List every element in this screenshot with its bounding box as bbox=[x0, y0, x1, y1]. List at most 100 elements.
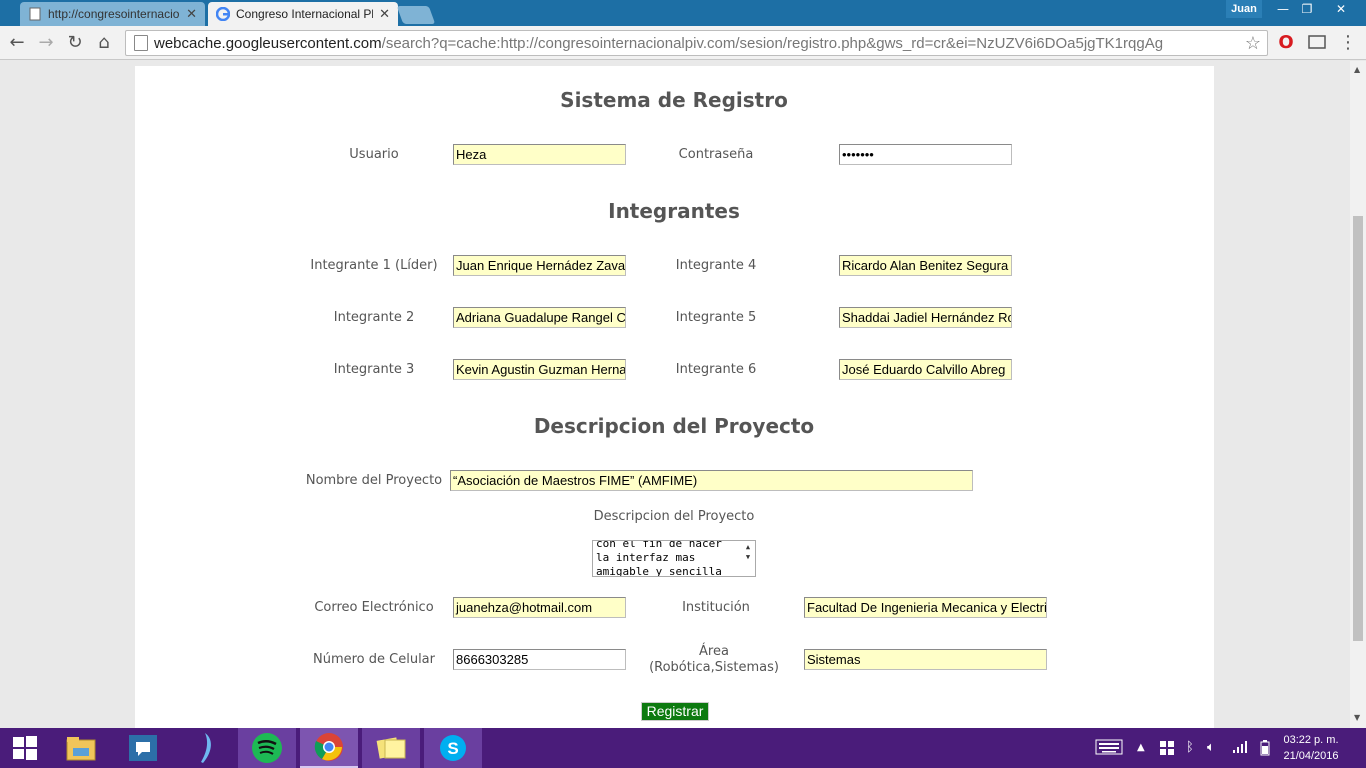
scroll-thumb[interactable] bbox=[1353, 216, 1363, 641]
textarea-scroll-arrows-icon[interactable]: ▲ ▼ bbox=[742, 542, 754, 575]
battery-icon[interactable] bbox=[1260, 740, 1270, 760]
chrome-icon bbox=[314, 733, 343, 761]
new-tab-button[interactable] bbox=[396, 6, 436, 24]
descripcion-line: la interfaz mas bbox=[596, 551, 696, 564]
cast-button[interactable] bbox=[1305, 30, 1329, 54]
home-button[interactable]: ⌂ bbox=[92, 30, 116, 54]
cast-icon bbox=[1308, 35, 1326, 49]
windows-logo-icon bbox=[13, 736, 37, 760]
file-explorer-button[interactable] bbox=[52, 728, 110, 768]
integrante-1-input[interactable]: Juan Enrique Hernádez Zavala bbox=[453, 255, 626, 276]
address-path: /search?q=cache:http://congresointernaci… bbox=[381, 34, 1164, 52]
minimize-button[interactable]: — bbox=[1270, 0, 1296, 18]
opera-icon: O bbox=[1278, 31, 1294, 53]
integrante-4-input[interactable]: Ricardo Alan Benitez Segura bbox=[839, 255, 1012, 276]
close-window-button[interactable]: ✕ bbox=[1328, 0, 1354, 18]
chrome-button[interactable] bbox=[300, 728, 358, 768]
bookmark-star-icon[interactable]: ☆ bbox=[1245, 33, 1261, 54]
menu-button[interactable]: ⋮ bbox=[1336, 30, 1360, 54]
profile-button[interactable]: Juan bbox=[1226, 0, 1262, 18]
svg-text:S: S bbox=[447, 739, 458, 758]
show-hidden-icons-icon[interactable]: ▲ bbox=[1137, 742, 1145, 753]
forward-arrow-icon: → bbox=[38, 31, 54, 53]
scroll-down-arrow-icon[interactable]: ▼ bbox=[1354, 713, 1360, 722]
integrante-2-label: Integrante 2 bbox=[333, 310, 415, 325]
scroll-up-arrow-icon[interactable]: ▲ bbox=[1354, 65, 1360, 74]
opera-extension-button[interactable]: O bbox=[1274, 30, 1298, 54]
integrante-4-label: Integrante 4 bbox=[675, 258, 757, 273]
registration-panel bbox=[135, 66, 1214, 728]
tab-cached-page[interactable]: http://congresointernacio ✕ bbox=[20, 2, 205, 26]
integrante-3-input[interactable]: Kevin Agustin Guzman Hernandez bbox=[453, 359, 626, 380]
institucion-input[interactable]: Facultad De Ingenieria Mecanica y Electr… bbox=[804, 597, 1047, 618]
integrante-6-label: Integrante 6 bbox=[675, 362, 757, 377]
skype-icon: S bbox=[440, 735, 466, 761]
area-label-line2: (Robótica,Sistemas) bbox=[649, 660, 779, 675]
start-button[interactable] bbox=[0, 728, 50, 768]
skype-button[interactable]: S bbox=[424, 728, 482, 768]
network-icon[interactable] bbox=[1232, 740, 1248, 758]
spotify-button[interactable] bbox=[238, 728, 296, 768]
page-info-icon[interactable] bbox=[134, 35, 148, 51]
reload-button[interactable]: ↻ bbox=[63, 30, 87, 54]
tab-close-icon[interactable]: ✕ bbox=[186, 6, 197, 22]
correo-label: Correo Electrónico bbox=[314, 600, 434, 615]
proyecto-heading: Descripcion del Proyecto bbox=[533, 414, 815, 438]
page-scrollbar[interactable]: ▲ ▼ bbox=[1350, 61, 1366, 728]
volume-icon[interactable]: 🔈︎ bbox=[1207, 740, 1215, 755]
keyboard-icon[interactable] bbox=[1095, 738, 1123, 760]
correo-input[interactable]: juanehza@hotmail.com bbox=[453, 597, 626, 618]
browser-toolbar: ← → ↻ ⌂ webcache.googleusercontent.com /… bbox=[0, 26, 1366, 60]
tab-close-icon[interactable]: ✕ bbox=[379, 6, 390, 22]
area-input[interactable]: Sistemas bbox=[804, 649, 1047, 670]
contrasena-label: Contraseña bbox=[678, 147, 754, 162]
integrantes-heading: Integrantes bbox=[608, 199, 740, 223]
institucion-label: Institución bbox=[682, 600, 750, 615]
tab-strip: http://congresointernacio ✕ Congreso Int… bbox=[0, 0, 1366, 26]
contrasena-input[interactable]: ••••••• bbox=[839, 144, 1012, 165]
sticky-notes-button[interactable] bbox=[362, 728, 420, 768]
celular-label: Número de Celular bbox=[312, 652, 435, 667]
integrante-5-input[interactable]: Shaddai Jadiel Hernández Ro bbox=[839, 307, 1012, 328]
page-title: Sistema de Registro bbox=[560, 88, 788, 112]
celular-input[interactable]: 8666303285 bbox=[453, 649, 626, 670]
bluetooth-icon[interactable]: ᛒ bbox=[1186, 740, 1194, 755]
nombre-proyecto-label: Nombre del Proyecto bbox=[305, 473, 443, 488]
tab-congreso[interactable]: Congreso Internacional Pl ✕ bbox=[208, 2, 398, 26]
home-icon: ⌂ bbox=[98, 31, 110, 53]
integrante-5-label: Integrante 5 bbox=[675, 310, 757, 325]
tab-title: Congreso Internacional Pl bbox=[236, 7, 374, 21]
usuario-input[interactable]: Heza bbox=[453, 144, 626, 165]
descripcion-line: con el fin de hacer bbox=[596, 540, 722, 550]
integrante-6-input[interactable]: José Eduardo Calvillo Abreg bbox=[839, 359, 1012, 380]
tab-title: http://congresointernacio bbox=[48, 7, 180, 21]
sticky-notes-icon bbox=[376, 737, 406, 759]
windows-store-tray-icon[interactable] bbox=[1159, 740, 1175, 760]
chat-icon bbox=[129, 735, 157, 761]
back-arrow-icon: ← bbox=[9, 31, 25, 53]
feather-app-icon bbox=[201, 733, 211, 763]
chat-app-button[interactable] bbox=[114, 728, 172, 768]
restore-button[interactable]: ❐ bbox=[1294, 0, 1320, 18]
address-host: webcache.googleusercontent.com bbox=[154, 34, 382, 52]
integrante-1-label: Integrante 1 (Líder) bbox=[310, 258, 438, 273]
clock-date: 21/04/2016 bbox=[1283, 750, 1339, 762]
windows-taskbar: S ▲ ᛒ 🔈︎ 03:22 p. m. 21/04/2016 bbox=[0, 728, 1366, 768]
descripcion-label: Descripcion del Proyecto bbox=[593, 509, 755, 524]
feather-app-button[interactable] bbox=[176, 728, 234, 768]
address-bar[interactable]: webcache.googleusercontent.com /search?q… bbox=[125, 30, 1268, 56]
spotify-icon bbox=[252, 733, 282, 763]
forward-button[interactable]: → bbox=[34, 30, 58, 54]
nombre-proyecto-input[interactable]: “Asociación de Maestros FIME” (AMFIME) bbox=[450, 470, 973, 491]
area-label-line1: Área bbox=[699, 644, 729, 659]
descripcion-textarea[interactable]: con el fin de hacer la interfaz mas amig… bbox=[592, 540, 756, 577]
file-explorer-icon bbox=[66, 737, 96, 761]
registrar-button[interactable]: Registrar bbox=[641, 702, 709, 721]
page-icon bbox=[28, 7, 42, 21]
back-button[interactable]: ← bbox=[5, 30, 29, 54]
integrante-2-input[interactable]: Adriana Guadalupe Rangel C bbox=[453, 307, 626, 328]
descripcion-line: amigable y sencilla bbox=[596, 565, 722, 577]
taskbar-clock[interactable]: 03:22 p. m. 21/04/2016 bbox=[1280, 732, 1342, 764]
google-icon bbox=[215, 6, 231, 22]
usuario-label: Usuario bbox=[349, 147, 399, 162]
